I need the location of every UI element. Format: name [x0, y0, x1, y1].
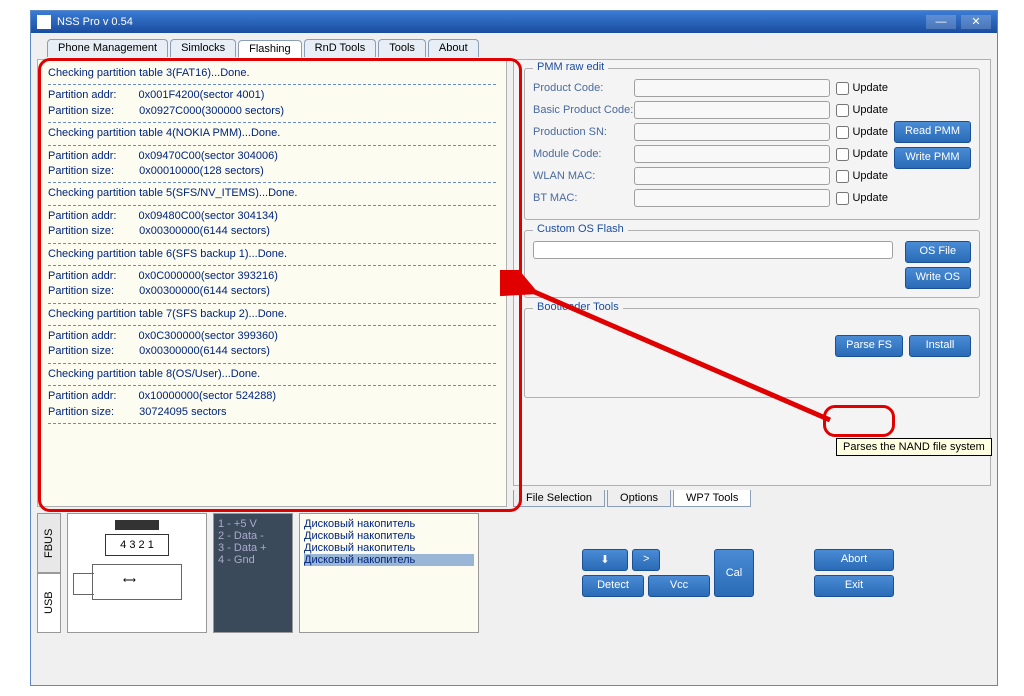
- list-item[interactable]: Дисковый накопитель: [304, 518, 474, 530]
- update-check[interactable]: [836, 148, 849, 161]
- update-check[interactable]: [836, 82, 849, 95]
- log-line: Partition size: 0x00300000(6144 sectors): [48, 344, 496, 359]
- titlebar: NSS Pro v 0.54 — ✕: [31, 11, 997, 33]
- log-line: Partition addr: 0x10000000(sector 524288…: [48, 389, 496, 404]
- update-check[interactable]: [836, 170, 849, 183]
- subtab-file-selection[interactable]: File Selection: [513, 490, 605, 507]
- list-item[interactable]: Дисковый накопитель: [304, 542, 474, 554]
- log-line: Partition size: 0x00010000(128 sectors): [48, 164, 496, 179]
- list-item[interactable]: Дисковый накопитель: [304, 530, 474, 542]
- cal-button[interactable]: Cal: [714, 549, 754, 597]
- detect-button[interactable]: Detect: [582, 575, 644, 597]
- os-file-button[interactable]: OS File: [905, 241, 971, 263]
- production-sn-field[interactable]: [634, 123, 830, 141]
- wlan-mac-field[interactable]: [634, 167, 830, 185]
- forward-button[interactable]: >: [632, 549, 660, 571]
- write-os-button[interactable]: Write OS: [905, 267, 971, 289]
- tab-about[interactable]: About: [428, 39, 479, 57]
- write-pmm-button[interactable]: Write PMM: [894, 147, 971, 169]
- pin-item: 1 - +5 V: [218, 518, 288, 530]
- group-title: Bootloader Tools: [533, 301, 623, 313]
- fbus-button[interactable]: FBUS: [37, 513, 61, 573]
- log-line: Checking partition table 6(SFS backup 1)…: [48, 247, 496, 262]
- pin-item: 3 - Data +: [218, 542, 288, 554]
- tab-phone-management[interactable]: Phone Management: [47, 39, 168, 57]
- subtab-wp7-tools[interactable]: WP7 Tools: [673, 490, 751, 507]
- install-button[interactable]: Install: [909, 335, 971, 357]
- product-code-field[interactable]: [634, 79, 830, 97]
- tab-rnd-tools[interactable]: RnD Tools: [304, 39, 377, 57]
- parse-fs-button[interactable]: Parse FS: [835, 335, 903, 357]
- module-code-field[interactable]: [634, 145, 830, 163]
- log-line: Checking partition table 3(FAT16)...Done…: [48, 66, 496, 81]
- log-output: Checking partition table 3(FAT16)...Done…: [37, 59, 507, 507]
- pin-item: 2 - Data -: [218, 530, 288, 542]
- abort-button[interactable]: Abort: [814, 549, 894, 571]
- log-line: Partition size: 0x00300000(6144 sectors): [48, 224, 496, 239]
- os-file-field[interactable]: [533, 241, 893, 259]
- group-title: PMM raw edit: [533, 61, 608, 73]
- sub-tabs: File Selection Options WP7 Tools: [513, 490, 991, 507]
- bt-mac-field[interactable]: [634, 189, 830, 207]
- label-bt-mac: BT MAC:: [533, 192, 628, 204]
- minimize-button[interactable]: —: [926, 15, 956, 29]
- exit-button[interactable]: Exit: [814, 575, 894, 597]
- dropdown-button[interactable]: ⬇: [582, 549, 628, 571]
- app-window: NSS Pro v 0.54 — ✕ Phone Management Siml…: [30, 10, 998, 686]
- close-button[interactable]: ✕: [961, 15, 991, 29]
- tab-tools[interactable]: Tools: [378, 39, 426, 57]
- label-wlan-mac: WLAN MAC:: [533, 170, 628, 182]
- log-line: Partition addr: 0x09470C00(sector 304006…: [48, 149, 496, 164]
- vcc-button[interactable]: Vcc: [648, 575, 710, 597]
- label-basic-product-code: Basic Product Code:: [533, 104, 628, 116]
- usb-button[interactable]: USB: [37, 573, 61, 633]
- log-line: Checking partition table 4(NOKIA PMM)...…: [48, 126, 496, 141]
- update-check[interactable]: [836, 104, 849, 117]
- list-item[interactable]: Дисковый накопитель: [304, 554, 474, 566]
- subtab-options[interactable]: Options: [607, 490, 671, 507]
- tab-simlocks[interactable]: Simlocks: [170, 39, 236, 57]
- main-tabs: Phone Management Simlocks Flashing RnD T…: [47, 39, 991, 57]
- label-module-code: Module Code:: [533, 148, 628, 160]
- pmm-raw-edit-group: PMM raw edit Product Code:Update Basic P…: [524, 68, 980, 220]
- basic-product-code-field[interactable]: [634, 101, 830, 119]
- pin-item: 4 - Gnd: [218, 554, 288, 566]
- update-check[interactable]: [836, 192, 849, 205]
- label-product-code: Product Code:: [533, 82, 628, 94]
- log-line: Partition addr: 0x001F4200(sector 4001): [48, 88, 496, 103]
- usb-diagram: 4 3 2 1 ⟷: [67, 513, 207, 633]
- pin-list: 1 - +5 V 2 - Data - 3 - Data + 4 - Gnd: [213, 513, 293, 633]
- log-line: Partition size: 0x0927C000(300000 sector…: [48, 104, 496, 119]
- log-line: Partition addr: 0x0C300000(sector 399360…: [48, 329, 496, 344]
- log-line: Partition size: 30724095 sectors: [48, 405, 496, 420]
- window-title: NSS Pro v 0.54: [57, 16, 133, 28]
- read-pmm-button[interactable]: Read PMM: [894, 121, 971, 143]
- bootloader-tools-group: Bootloader Tools Parse FS Install: [524, 308, 980, 398]
- log-line: Partition addr: 0x09480C00(sector 304134…: [48, 209, 496, 224]
- custom-os-flash-group: Custom OS Flash OS File Write OS: [524, 230, 980, 298]
- tooltip-parse-fs: Parses the NAND file system: [836, 438, 992, 456]
- tab-flashing[interactable]: Flashing: [238, 40, 302, 58]
- drive-list[interactable]: Дисковый накопитель Дисковый накопитель …: [299, 513, 479, 633]
- app-icon: [37, 15, 51, 29]
- update-check[interactable]: [836, 126, 849, 139]
- log-line: Checking partition table 7(SFS backup 2)…: [48, 307, 496, 322]
- log-line: Checking partition table 5(SFS/NV_ITEMS)…: [48, 186, 496, 201]
- label-production-sn: Production SN:: [533, 126, 628, 138]
- log-line: Partition size: 0x00300000(6144 sectors): [48, 284, 496, 299]
- group-title: Custom OS Flash: [533, 223, 628, 235]
- log-line: Partition addr: 0x0C000000(sector 393216…: [48, 269, 496, 284]
- log-line: Checking partition table 8(OS/User)...Do…: [48, 367, 496, 382]
